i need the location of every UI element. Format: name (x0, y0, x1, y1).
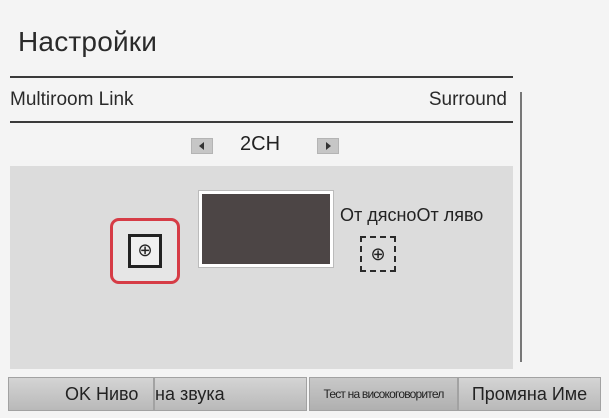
settings-screen: Настройки Multiroom Link Surround 2CH ⊕ … (0, 0, 609, 418)
divider-bottom (10, 121, 513, 123)
menu-row-multiroom-link[interactable]: Multiroom Link Surround (10, 86, 507, 116)
speaker-icon: ⊕ (370, 244, 386, 264)
speaker-left-selected[interactable]: ⊕ (110, 218, 180, 284)
arrow-right-icon[interactable] (317, 138, 339, 154)
sound-level-button[interactable]: на звука (154, 377, 307, 411)
speaker-right-placeholder[interactable]: ⊕ (360, 236, 396, 272)
channel-value: 2CH (240, 133, 281, 155)
scrollbar[interactable] (520, 92, 522, 362)
rename-button[interactable]: Промяна Име (458, 377, 601, 411)
arrow-left-icon[interactable] (191, 138, 213, 154)
menu-item-label: Multiroom Link (10, 89, 134, 110)
tv-icon (199, 191, 333, 267)
channel-selector[interactable]: 2CH (185, 131, 345, 159)
bottom-action-bar: OK Ниво на звука Тест на високоговорител… (8, 377, 601, 411)
speaker-test-button[interactable]: Тест на високоговорител (309, 377, 458, 411)
ok-level-button[interactable]: OK Ниво (8, 377, 154, 411)
speaker-position-label: От дясноОт ляво (340, 205, 484, 225)
menu-item-value: Surround (428, 89, 507, 110)
speaker-icon: ⊕ (128, 234, 162, 268)
page-title: Настройки (18, 26, 158, 57)
divider-top (10, 76, 513, 78)
